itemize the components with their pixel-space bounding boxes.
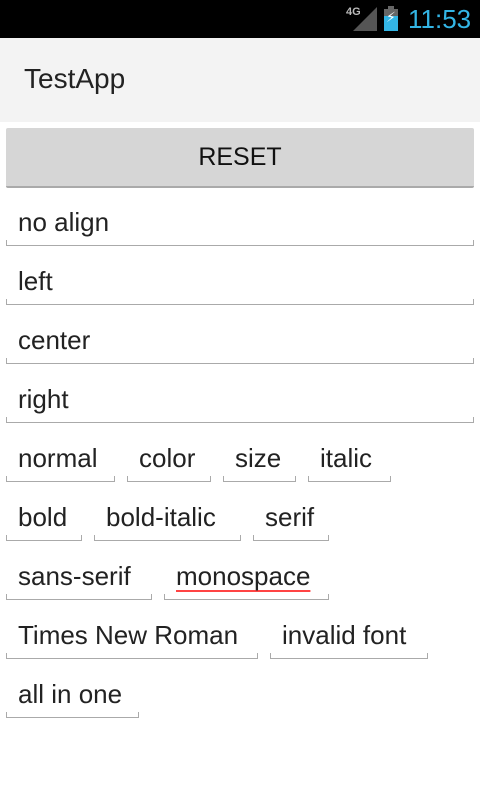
status-bar: 4G ⚡ 11:53: [0, 0, 480, 38]
spellcheck-underlined-text: monospace: [176, 561, 311, 591]
text-field-sans-serif[interactable]: sans-serif: [6, 556, 152, 600]
text-field-left[interactable]: left: [6, 261, 474, 305]
reset-button[interactable]: RESET: [6, 128, 474, 188]
text-field-size[interactable]: size: [223, 438, 296, 482]
text-field-italic[interactable]: italic: [308, 438, 391, 482]
app-bar: TestApp: [0, 38, 480, 122]
network-type: 4G: [346, 6, 361, 18]
text-field-center[interactable]: center: [6, 320, 474, 364]
clock: 11:53: [408, 4, 472, 34]
charging-bolt-icon: ⚡: [386, 9, 396, 25]
text-field-times-new-roman[interactable]: Times New Roman: [6, 615, 258, 659]
text-field-bold-italic[interactable]: bold-italic: [94, 497, 241, 541]
text-field-serif[interactable]: serif: [253, 497, 329, 541]
app-title: TestApp: [24, 63, 126, 94]
text-field-right[interactable]: right: [6, 379, 474, 423]
text-field-no-align[interactable]: no align: [6, 202, 474, 246]
text-field-bold[interactable]: bold: [6, 497, 82, 541]
text-field-all-in-one[interactable]: all in one: [6, 674, 139, 718]
text-field-monospace[interactable]: monospace: [164, 556, 329, 600]
text-field-color[interactable]: color: [127, 438, 211, 482]
text-field-normal[interactable]: normal: [6, 438, 115, 482]
text-field-invalid-font[interactable]: invalid font: [270, 615, 428, 659]
